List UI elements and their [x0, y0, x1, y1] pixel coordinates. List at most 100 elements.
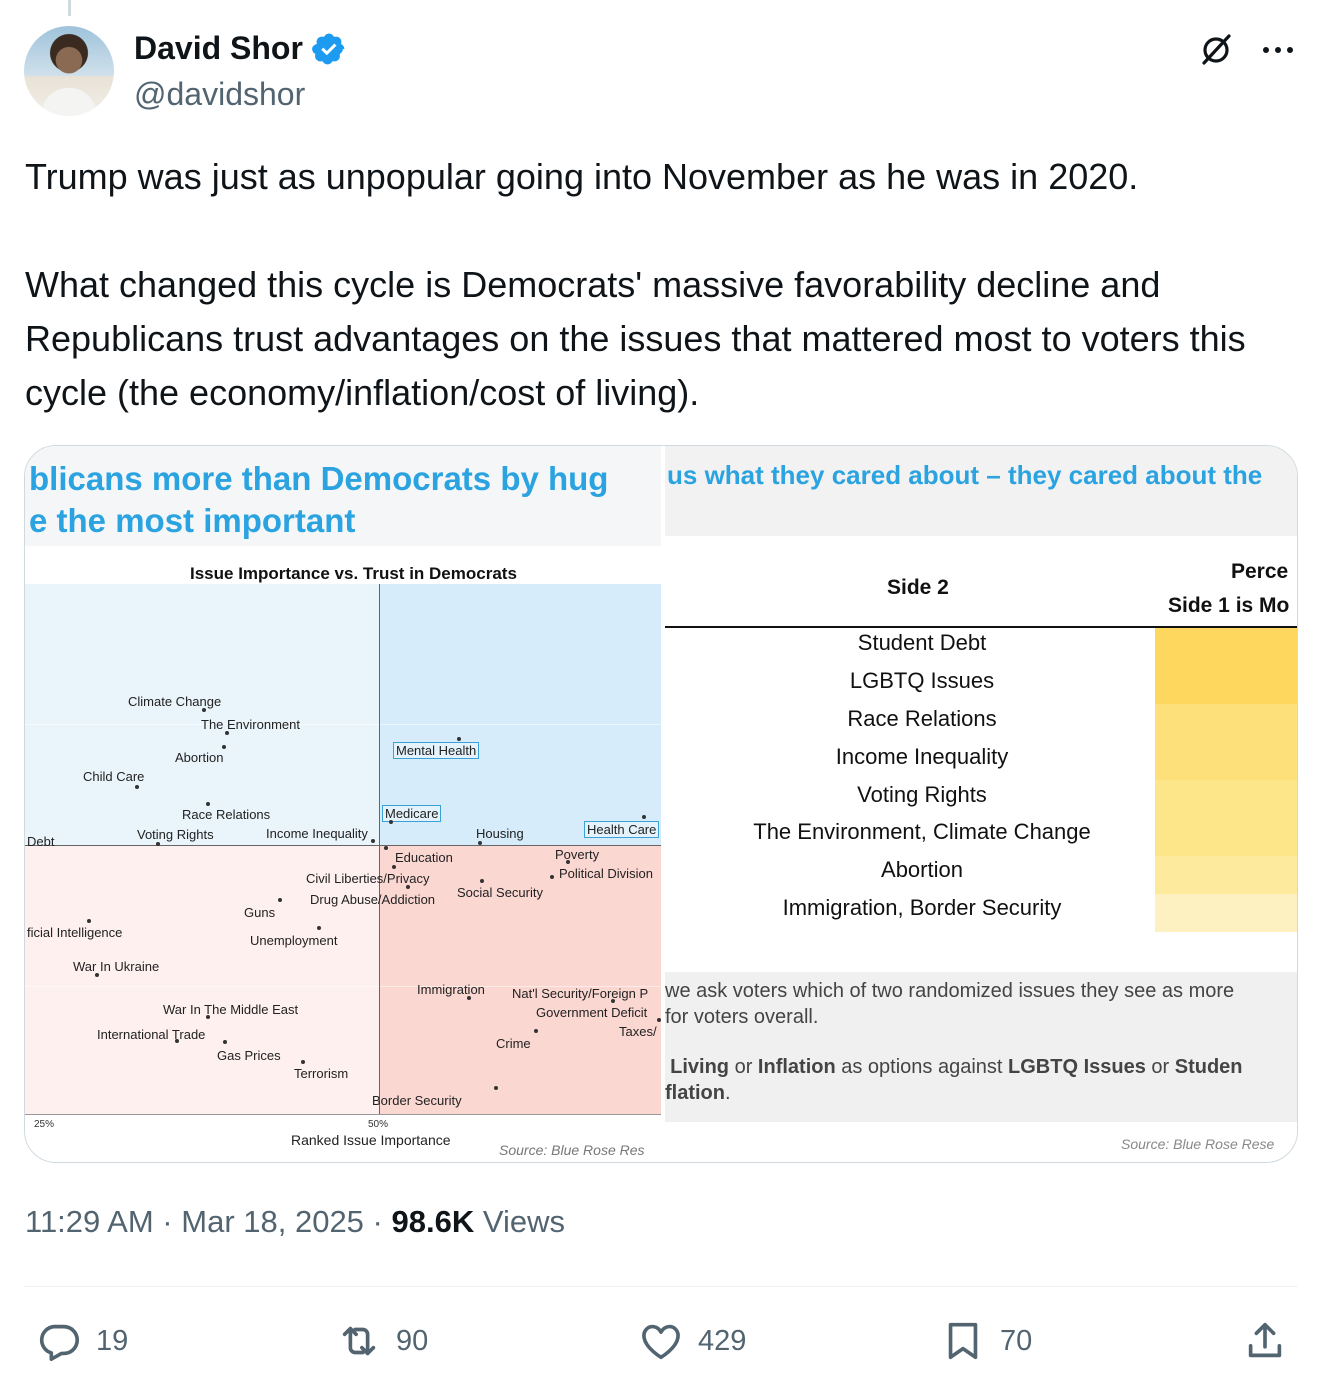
reply-button[interactable]: 19: [36, 1318, 128, 1364]
avatar-shirt: [42, 88, 96, 116]
label-abortion: Abortion: [175, 750, 224, 765]
bookmark-icon: [948, 1322, 978, 1360]
point-intl-trade: [175, 1039, 179, 1043]
point-social-security: [480, 879, 484, 883]
label-housing: Housing: [476, 826, 524, 841]
point-medicare: [389, 820, 393, 824]
left-source: Source: Blue Rose Res: [499, 1142, 645, 1158]
point-housing: [478, 841, 482, 845]
percent-bar: [1155, 666, 1297, 704]
issue-row: Student Debt: [857, 630, 987, 655]
chart-title: Issue Importance vs. Trust in Democrats: [190, 564, 517, 583]
label-natl-security: Nat'l Security/Foreign P: [512, 986, 649, 1001]
point-border-security: [494, 1086, 498, 1090]
media-image-scatter[interactable]: blicans more than Democrats by hug e the…: [25, 446, 661, 1162]
share-icon: [1248, 1322, 1282, 1358]
point-drug-abuse: [406, 885, 410, 889]
point-ai: [87, 919, 91, 923]
tick-25: 25%: [34, 1119, 55, 1130]
heart-icon: [642, 1324, 680, 1360]
handle[interactable]: @davidshor: [134, 76, 305, 113]
point-poverty: [566, 860, 570, 864]
issue-row: The Environment, Climate Change: [753, 819, 1091, 844]
issue-row: Abortion: [881, 857, 963, 882]
point-health-care: [642, 815, 646, 819]
media-image-table[interactable]: us what they cared about – they cared ab…: [665, 446, 1297, 1162]
point-civil-liberties: [392, 865, 396, 869]
views-count: 98.6K: [391, 1204, 475, 1239]
point-crime: [534, 1029, 538, 1033]
note-line-3: f Living or Inflation as options against…: [670, 1056, 1243, 1078]
percent-bar: [1155, 894, 1297, 932]
issue-row: Immigration, Border Security: [782, 895, 1062, 920]
issue-row: Race Relations: [847, 706, 997, 731]
share-button[interactable]: [1242, 1318, 1288, 1364]
label-social-security: Social Security: [457, 885, 543, 900]
label-poverty: Poverty: [555, 847, 600, 862]
verified-badge-icon[interactable]: [311, 31, 347, 67]
label-education: Education: [395, 850, 453, 865]
percent-header-1: Perce: [1231, 560, 1289, 583]
issue-row: Voting Rights: [857, 782, 987, 807]
repost-icon: [342, 1326, 376, 1356]
tick-50: 50%: [368, 1119, 389, 1130]
point-gas-prices: [223, 1040, 227, 1044]
label-intl-trade: International Trade: [97, 1027, 206, 1042]
point-race-relations: [206, 802, 210, 806]
left-headline-panel: blicans more than Democrats by hug e the…: [25, 446, 661, 546]
label-child-care: Child Care: [83, 769, 145, 784]
label-border-security: Border Security: [372, 1093, 462, 1108]
label-gov-deficit: Government Deficit: [536, 1005, 648, 1020]
label-income-inequality: Income Inequality: [266, 826, 368, 841]
label-drug-abuse: Drug Abuse/Addiction: [310, 892, 436, 907]
timestamp-time[interactable]: 11:29 AM: [25, 1204, 154, 1239]
timestamp-date[interactable]: Mar 18, 2025: [181, 1204, 364, 1239]
label-terrorism: Terrorism: [294, 1066, 349, 1081]
tweet-text: Trump was just as unpopular going into N…: [25, 156, 1246, 413]
label-crime: Crime: [496, 1036, 531, 1051]
label-unemployment: Unemployment: [250, 933, 338, 948]
axis-vertical-50: [379, 584, 380, 1114]
percent-header-2: Side 1 is Mo: [1168, 594, 1290, 617]
right-source: Source: Blue Rose Rese: [1121, 1136, 1275, 1152]
note-line-1: we ask voters which of two randomized is…: [665, 980, 1235, 1002]
point-natl-security: [611, 999, 615, 1003]
label-race-relations: Race Relations: [182, 807, 271, 822]
left-headline-line-1: blicans more than Democrats by hug: [29, 460, 609, 497]
percent-bar: [1155, 818, 1297, 856]
author-name-row: David Shor: [134, 30, 347, 67]
point-war-middle-east: [206, 1015, 210, 1019]
label-debt: Debt: [27, 834, 55, 849]
like-button[interactable]: 429: [638, 1318, 746, 1364]
label-health-care: Health Care: [584, 821, 660, 838]
percent-bar: [1155, 628, 1297, 666]
label-war-ukraine: War In Ukraine: [73, 959, 160, 974]
label-taxes: Taxes/: [619, 1024, 657, 1039]
point-guns: [278, 898, 282, 902]
x-axis-title: Ranked Issue Importance: [291, 1132, 451, 1148]
label-guns: Guns: [244, 905, 276, 920]
label-civil-liberties: Civil Liberties/Privacy: [306, 871, 430, 886]
point-mental-health: [457, 737, 461, 741]
media-grid[interactable]: blicans more than Democrats by hug e the…: [24, 445, 1298, 1163]
point-abortion: [222, 745, 226, 749]
point-child-care: [135, 785, 139, 789]
more-options-icon[interactable]: [1258, 44, 1298, 56]
point-political-division: [550, 875, 554, 879]
point-education: [384, 846, 388, 850]
right-headline: us what they cared about – they cared ab…: [667, 460, 1263, 490]
repost-button[interactable]: 90: [336, 1318, 428, 1364]
label-political-division: Political Division: [559, 866, 653, 881]
divider: [24, 1286, 1298, 1287]
issue-row: LGBTQ Issues: [849, 668, 995, 693]
grok-icon[interactable]: [1196, 30, 1236, 70]
point-income-inequality: [371, 839, 375, 843]
label-gas-prices: Gas Prices: [217, 1048, 281, 1063]
percent-bar: [1155, 856, 1297, 894]
bookmark-button[interactable]: 70: [940, 1318, 1032, 1364]
label-climate-change: Climate Change: [128, 694, 222, 709]
note-line-2: for voters overall.: [665, 1006, 819, 1028]
bookmark-count: 70: [1000, 1324, 1033, 1357]
avatar[interactable]: [24, 26, 114, 116]
display-name[interactable]: David Shor: [134, 30, 303, 67]
